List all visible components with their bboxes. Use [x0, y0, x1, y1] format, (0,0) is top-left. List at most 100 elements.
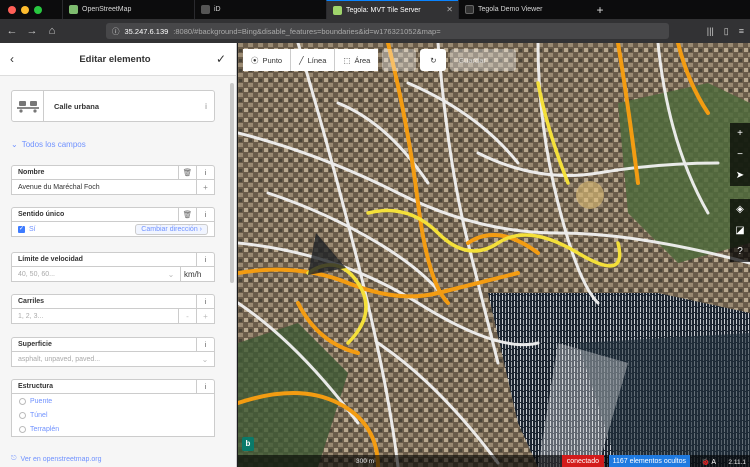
decrement-icon[interactable]: ‑ [178, 309, 196, 323]
field-lanes: Carriles i 1, 2, 3... ‑ + [11, 294, 215, 324]
map-canvas[interactable]: ⦿ Punto ╱ Línea ⬚ Área ↻ Guardar + − ➤ ◈ ◪ … [238, 43, 750, 467]
field-label: Estructura i [11, 379, 215, 393]
new-tab-button[interactable]: + [590, 0, 610, 19]
speed-unit-select[interactable]: km/h [180, 267, 214, 281]
tab-openstreetmap[interactable]: OpenStreetMap [62, 0, 194, 19]
done-check-icon[interactable]: ✓ [216, 52, 226, 66]
info-icon[interactable]: ⓘ [112, 26, 120, 37]
field-label: Superficie i [11, 337, 215, 351]
add-area-button[interactable]: ⬚ Área [335, 49, 379, 71]
window-controls [0, 0, 62, 19]
add-line-button[interactable]: ╱ Línea [291, 49, 336, 71]
save-button[interactable]: Guardar [450, 49, 517, 71]
oneway-checkbox[interactable]: ✓ Sí [18, 225, 36, 233]
chevron-down-icon[interactable]: ⌄ [162, 267, 180, 281]
map-pin-icon: ⦿ [251, 55, 259, 65]
info-icon[interactable]: i [196, 338, 214, 351]
field-surface: Superficie i asphalt, unpaved, paved... … [11, 337, 215, 367]
line-icon: ╱ [299, 55, 304, 65]
info-icon[interactable]: i [196, 208, 214, 221]
zoom-in-icon[interactable]: + [737, 123, 743, 144]
library-icon[interactable]: ||| [707, 26, 714, 37]
info-icon[interactable]: i [196, 253, 214, 266]
add-point-button[interactable]: ⦿ Punto [243, 49, 292, 71]
redo-button[interactable]: ↻ [420, 49, 447, 71]
preset-name: Calle urbana [54, 101, 100, 111]
scale-bar[interactable]: 300 m [356, 458, 374, 465]
field-name: Nombre 🗑 i Avenue du Maréchal Foch + [11, 165, 215, 195]
back-chevron-icon[interactable]: ‹ [10, 52, 14, 66]
structure-radio-list: Puente Túnel Terraplén [11, 393, 215, 437]
url-bar[interactable]: ⓘ 35.247.6.139:8080/#background=Bing&dis… [106, 23, 669, 39]
translate-icon[interactable]: 🐞 A [701, 458, 716, 466]
tegola-favicon-icon [333, 5, 342, 15]
surface-input[interactable]: asphalt, unpaved, paved... ⌄ [11, 351, 215, 367]
url-host: 35.247.6.139 [124, 26, 169, 36]
back-arrow-icon[interactable]: ← [6, 25, 18, 37]
map-toolbar: ⦿ Punto ╱ Línea ⬚ Área ↻ Guardar [243, 49, 517, 71]
name-value: Avenue du Maréchal Foch [18, 183, 100, 191]
info-icon[interactable]: i [196, 166, 214, 179]
maximize-window-button[interactable] [34, 5, 42, 14]
forward-arrow-icon[interactable]: → [26, 25, 38, 37]
layers-icon[interactable]: ◈ [736, 199, 744, 220]
help-icon[interactable]: ? [737, 241, 743, 262]
tab-label: iD [214, 6, 221, 13]
close-window-button[interactable] [8, 5, 16, 14]
close-tab-icon[interactable]: ✕ [446, 5, 453, 14]
lanes-placeholder: 1, 2, 3... [18, 312, 44, 320]
bing-logo: b [242, 437, 254, 451]
preset-selector[interactable]: Calle urbana i [11, 90, 215, 122]
section-label: Todos los campos [21, 140, 86, 149]
preset-info-icon[interactable]: i [198, 102, 214, 111]
add-icon[interactable]: + [196, 180, 214, 194]
page-title: Editar elemento [79, 53, 151, 65]
sidebar-scrollbar[interactable] [230, 83, 234, 283]
field-label: Carriles i [11, 294, 215, 308]
browser-tab-bar: OpenStreetMap iD Tegola: MVT Tile Server… [0, 0, 750, 19]
minimize-window-button[interactable] [21, 5, 29, 14]
name-input[interactable]: Avenue du Maréchal Foch + [11, 179, 215, 195]
browser-toolbar-right: ||| ▯ ≡ [707, 26, 744, 37]
tab-label: OpenStreetMap [82, 6, 132, 13]
increment-icon[interactable]: + [196, 309, 214, 323]
reverse-direction-button[interactable]: Cambiar dirección › [135, 223, 208, 235]
zoom-out-icon[interactable]: − [737, 144, 743, 165]
info-icon[interactable]: i [196, 380, 214, 393]
osm-favicon-icon [69, 5, 78, 14]
field-label-text: Estructura [18, 383, 54, 390]
radio-embankment[interactable]: Terraplén [12, 422, 214, 436]
oneway-check-row: ✓ Sí Cambiar dirección › [11, 221, 215, 237]
maxspeed-input[interactable]: 40, 50, 60... ⌄ km/h [11, 266, 215, 282]
lanes-input[interactable]: 1, 2, 3... ‑ + [11, 308, 215, 324]
geolocate-icon[interactable]: ➤ [736, 165, 744, 186]
field-label-text: Superficie [18, 341, 52, 348]
chevron-down-icon: ⌄ [11, 140, 18, 149]
hidden-features-badge[interactable]: 1167 elementos ocultos [608, 455, 690, 467]
field-label: Sentido único 🗑 i [11, 207, 215, 221]
field-label: Límite de velocidad i [11, 252, 215, 266]
tab-label: Tegola Demo Viewer [478, 6, 543, 13]
undo-button[interactable] [382, 49, 417, 71]
radio-bridge[interactable]: Puente [12, 394, 214, 408]
all-fields-toggle[interactable]: ⌄ Todos los campos [11, 140, 86, 149]
chevron-down-icon[interactable]: ⌄ [196, 352, 214, 366]
tab-tegola-server[interactable]: Tegola: MVT Tile Server ✕ [326, 0, 458, 19]
trash-icon[interactable]: 🗑 [178, 208, 196, 221]
info-icon[interactable]: i [196, 295, 214, 308]
footer-link-text: Ver en openstreetmap.org [20, 455, 102, 463]
tab-tegola-demo[interactable]: Tegola Demo Viewer [458, 0, 590, 19]
menu-icon[interactable]: ≡ [739, 26, 744, 37]
area-icon: ⬚ [343, 55, 351, 65]
home-icon[interactable]: ⌂ [46, 25, 58, 37]
id-favicon-icon [201, 5, 210, 14]
field-label-text: Nombre [18, 169, 45, 176]
sidebar-icon[interactable]: ▯ [724, 26, 729, 37]
radio-tunnel[interactable]: Túnel [12, 408, 214, 422]
tab-id[interactable]: iD [194, 0, 326, 19]
map-data-icon[interactable]: ◪ [735, 220, 744, 241]
field-label: Nombre 🗑 i [11, 165, 215, 179]
view-on-osm-link[interactable]: ⎋ Ver en openstreetmap.org [11, 455, 102, 463]
oneway-value: Sí [29, 225, 36, 233]
trash-icon[interactable]: 🗑 [178, 166, 196, 179]
